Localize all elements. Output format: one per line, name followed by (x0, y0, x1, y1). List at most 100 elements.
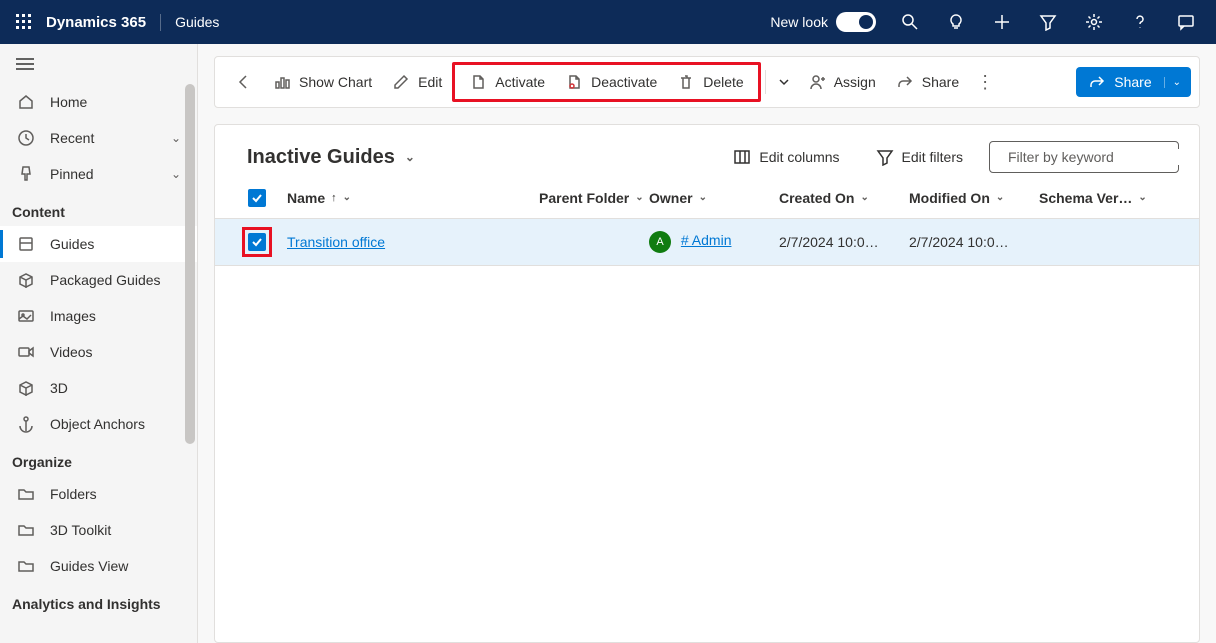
chevron-down-icon: ⌄ (1164, 77, 1181, 88)
back-button[interactable] (223, 73, 263, 91)
nav-label: Guides View (50, 558, 181, 574)
nav-label: Pinned (50, 166, 157, 182)
checkmark-icon (248, 189, 266, 207)
home-icon (16, 93, 36, 111)
chat-icon (1177, 13, 1195, 31)
person-icon (808, 73, 826, 91)
video-icon (16, 343, 36, 361)
row-name-link[interactable]: Transition office (287, 234, 385, 250)
sidebar-item-images[interactable]: Images (0, 298, 197, 334)
search-input[interactable] (1008, 149, 1189, 165)
scrollbar-thumb[interactable] (185, 84, 195, 444)
product-brand[interactable]: Dynamics 365 (46, 14, 161, 31)
arrow-left-icon (234, 73, 252, 91)
sidebar-item-guides[interactable]: Guides (0, 226, 197, 262)
share-button[interactable]: Share (886, 67, 969, 97)
document-x-icon (565, 73, 583, 91)
nav-label: Object Anchors (50, 416, 181, 432)
checkmark-icon (248, 233, 266, 251)
app-name[interactable]: Guides (161, 14, 219, 30)
delete-dropdown-button[interactable] (770, 70, 798, 94)
search-icon (901, 13, 919, 31)
help-button[interactable] (1118, 0, 1162, 44)
chevron-down-icon: ⌄ (996, 192, 1004, 203)
sidebar-item-recent[interactable]: Recent ⌄ (0, 120, 197, 156)
header-text: Schema Ver… (1039, 190, 1132, 206)
share-icon (1088, 73, 1106, 91)
column-header-parent[interactable]: Parent Folder ⌄ (539, 190, 649, 206)
sidebar-item-folders[interactable]: Folders (0, 476, 197, 512)
assistant-button[interactable] (1164, 0, 1208, 44)
folder-icon (16, 557, 36, 575)
header-text: Created On (779, 190, 854, 206)
waffle-icon (16, 14, 32, 30)
document-icon (469, 73, 487, 91)
nav-label: Recent (50, 130, 157, 146)
deactivate-button[interactable]: Deactivate (555, 67, 667, 97)
add-button[interactable] (980, 0, 1024, 44)
sidebar-section-analytics: Analytics and Insights (0, 584, 197, 618)
cmd-label: Assign (834, 74, 876, 90)
folder-icon (16, 521, 36, 539)
highlighted-commands: Activate Deactivate Delete (452, 62, 760, 102)
share-primary-button[interactable]: Share ⌄ (1076, 67, 1191, 97)
pin-icon (16, 165, 36, 183)
sidebar-item-3d[interactable]: 3D (0, 370, 197, 406)
activate-button[interactable]: Activate (459, 67, 555, 97)
cmd-label: Deactivate (591, 74, 657, 90)
column-header-modified[interactable]: Modified On ⌄ (909, 190, 1039, 206)
new-look-toggle[interactable]: New look (770, 12, 876, 32)
sidebar-item-videos[interactable]: Videos (0, 334, 197, 370)
view-header: Inactive Guides ⌄ Edit columns Edit filt… (215, 125, 1199, 185)
ideas-button[interactable] (934, 0, 978, 44)
btn-label: Edit columns (759, 149, 839, 165)
sidebar-item-3d-toolkit[interactable]: 3D Toolkit (0, 512, 197, 548)
column-header-schema[interactable]: Schema Ver… ⌄ (1039, 190, 1149, 206)
sidebar-item-object-anchors[interactable]: Object Anchors (0, 406, 197, 442)
view-selector[interactable]: Inactive Guides ⌄ (247, 146, 415, 169)
filter-button[interactable] (1026, 0, 1070, 44)
app-launcher-button[interactable] (8, 6, 40, 38)
overflow-button[interactable]: ⋮ (969, 72, 1001, 93)
sidebar-item-pinned[interactable]: Pinned ⌄ (0, 156, 197, 192)
chevron-down-icon: ⌄ (1138, 192, 1146, 203)
chevron-down-icon: ⌄ (405, 150, 415, 164)
edit-columns-button[interactable]: Edit columns (723, 142, 849, 172)
sidebar-item-packaged-guides[interactable]: Packaged Guides (0, 262, 197, 298)
sidebar-item-home[interactable]: Home (0, 84, 197, 120)
edit-button[interactable]: Edit (382, 67, 452, 97)
assign-button[interactable]: Assign (798, 67, 886, 97)
column-header-name[interactable]: Name ↑ ⌄ (279, 190, 539, 206)
chevron-down-icon: ⌄ (860, 192, 868, 203)
show-chart-button[interactable]: Show Chart (263, 67, 382, 97)
nav-label: Images (50, 308, 181, 324)
cmd-label: Edit (418, 74, 442, 90)
highlighted-checkbox (242, 227, 272, 257)
chevron-down-icon: ⌄ (171, 131, 181, 145)
settings-button[interactable] (1072, 0, 1116, 44)
edit-filters-button[interactable]: Edit filters (866, 142, 973, 172)
top-bar: Dynamics 365 Guides New look (0, 0, 1216, 44)
funnel-icon (876, 148, 894, 166)
toggle-switch-icon (836, 12, 876, 32)
divider (765, 70, 766, 94)
row-checkbox-wrapper[interactable] (235, 227, 279, 257)
sidebar-item-guides-view[interactable]: Guides View (0, 548, 197, 584)
nav-label: 3D (50, 380, 181, 396)
column-header-owner[interactable]: Owner ⌄ (649, 190, 779, 206)
chevron-down-icon: ⌄ (635, 192, 643, 203)
sidebar-section-organize: Organize (0, 442, 197, 476)
nav-label: Folders (50, 486, 181, 502)
cmd-label: Share (922, 74, 959, 90)
search-button[interactable] (888, 0, 932, 44)
column-header-created[interactable]: Created On ⌄ (779, 190, 909, 206)
sidebar-collapse-button[interactable] (0, 44, 197, 84)
sidebar-section-content: Content (0, 192, 197, 226)
row-owner-link[interactable]: # Admin (681, 232, 732, 248)
table-row[interactable]: Transition office A # Admin 2/7/2024 10:… (215, 219, 1199, 266)
hamburger-icon (16, 57, 34, 71)
keyword-search[interactable] (989, 141, 1179, 173)
delete-button[interactable]: Delete (667, 67, 753, 97)
select-all-checkbox[interactable] (235, 189, 279, 207)
clock-icon (16, 129, 36, 147)
